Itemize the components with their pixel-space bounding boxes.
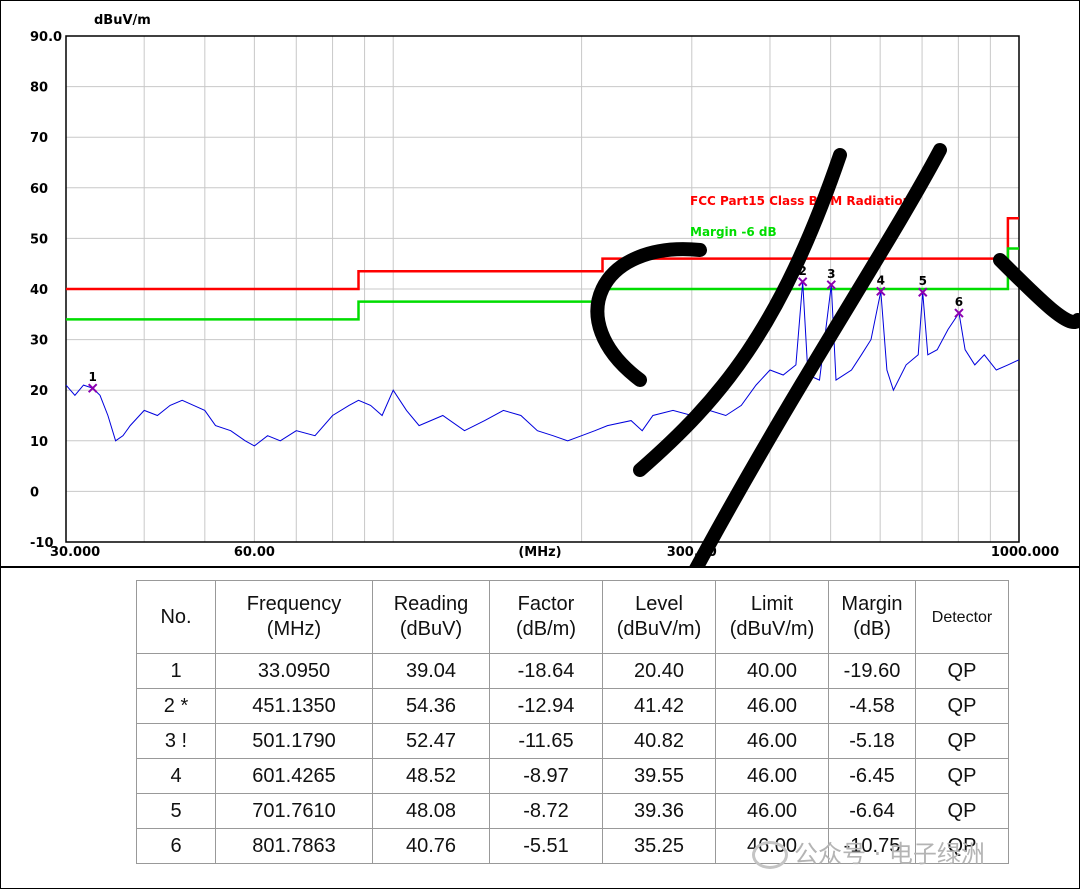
table-cell: 3 ! bbox=[136, 723, 216, 759]
table-cell: 2 * bbox=[136, 688, 216, 724]
column-header: Level (dBuV/m) bbox=[602, 580, 716, 654]
table-cell: QP bbox=[915, 793, 1009, 829]
y-tick-label: 80 bbox=[30, 81, 48, 96]
table-cell: 48.52 bbox=[372, 758, 490, 794]
table-cell: 52.47 bbox=[372, 723, 490, 759]
peak-marker-label: 3 bbox=[827, 267, 835, 281]
column-header: Detector bbox=[915, 580, 1009, 654]
column-header: Limit (dBuV/m) bbox=[715, 580, 829, 654]
y-tick-label: 20 bbox=[30, 384, 48, 399]
table-cell: 35.25 bbox=[602, 828, 716, 864]
table-cell: 41.42 bbox=[602, 688, 716, 724]
table-cell: 46.00 bbox=[715, 688, 829, 724]
table-cell: 40.76 bbox=[372, 828, 490, 864]
table-cell: 48.08 bbox=[372, 793, 490, 829]
table-cell: -8.72 bbox=[489, 793, 603, 829]
table-cell: -11.65 bbox=[489, 723, 603, 759]
table-cell: -5.18 bbox=[828, 723, 916, 759]
table-row: 3 ! 501.1790 52.47 -11.65 40.82 46.00 -5.18 QP bbox=[136, 723, 1009, 759]
peak-marker-label: 1 bbox=[89, 370, 97, 384]
table-cell: 20.40 bbox=[602, 653, 716, 689]
y-tick-label: 0 bbox=[30, 485, 39, 500]
y-tick-label: 10 bbox=[30, 435, 48, 450]
table-row: 2 * 451.1350 54.36 -12.94 41.42 46.00 -4.58 QP bbox=[136, 688, 1009, 724]
legend-margin: Margin -6 dB bbox=[690, 225, 777, 239]
y-axis-label: dBuV/m bbox=[94, 13, 151, 28]
table-cell: 701.7610 bbox=[215, 793, 373, 829]
y-tick-label: 90.0 bbox=[30, 30, 62, 45]
column-header: No. bbox=[136, 580, 216, 654]
table-cell: -18.64 bbox=[489, 653, 603, 689]
table-row: 5 701.7610 48.08 -8.72 39.36 46.00 -6.64 QP bbox=[136, 793, 1009, 829]
table-cell: 601.4265 bbox=[215, 758, 373, 794]
table-cell: 46.00 bbox=[715, 793, 829, 829]
table-cell: -4.58 bbox=[828, 688, 916, 724]
table-cell: 46.00 bbox=[715, 758, 829, 794]
y-tick-label: 40 bbox=[30, 283, 48, 298]
legend-limit: FCC Part15 Class B 3M Radiation bbox=[690, 194, 911, 208]
table-cell: QP bbox=[915, 653, 1009, 689]
table-cell: 54.36 bbox=[372, 688, 490, 724]
table-cell: 40.82 bbox=[602, 723, 716, 759]
table-cell: 6 bbox=[136, 828, 216, 864]
results-table: No. Frequency (MHz) Reading (dBuV) Factor (dB/… bbox=[136, 580, 1009, 864]
watermark-text: 公众号 · 电子绿洲 bbox=[794, 840, 985, 868]
table-cell: -6.45 bbox=[828, 758, 916, 794]
table-cell: 801.7863 bbox=[215, 828, 373, 864]
table-cell: QP bbox=[915, 688, 1009, 724]
y-tick-label: 30 bbox=[30, 334, 48, 349]
table-cell: 451.1350 bbox=[215, 688, 373, 724]
table-cell: 46.00 bbox=[715, 723, 829, 759]
column-header: Margin (dB) bbox=[828, 580, 916, 654]
table-cell: 33.0950 bbox=[215, 653, 373, 689]
y-tick-label: 50 bbox=[30, 232, 48, 247]
x-tick-label: 60.00 bbox=[234, 545, 275, 560]
table-cell: 501.1790 bbox=[215, 723, 373, 759]
column-header: Frequency (MHz) bbox=[215, 580, 373, 654]
table-cell: 39.36 bbox=[602, 793, 716, 829]
table-body: 1 33.0950 39.04 -18.64 20.40 40.00 -19.60 QP 2 *… bbox=[136, 653, 1009, 864]
table-cell: 5 bbox=[136, 793, 216, 829]
table-cell: -12.94 bbox=[489, 688, 603, 724]
table-cell: -8.97 bbox=[489, 758, 603, 794]
x-axis-label: (MHz) bbox=[518, 545, 561, 560]
table-cell: -19.60 bbox=[828, 653, 916, 689]
peak-marker-label: 5 bbox=[919, 274, 927, 288]
peak-marker-label: 6 bbox=[955, 295, 963, 309]
table-row: 4 601.4265 48.52 -8.97 39.55 46.00 -6.45 QP bbox=[136, 758, 1009, 794]
section-divider bbox=[0, 566, 1080, 568]
y-tick-label: 60 bbox=[30, 182, 48, 197]
table-cell: 40.00 bbox=[715, 653, 829, 689]
table-cell: 1 bbox=[136, 653, 216, 689]
table-cell: QP bbox=[915, 758, 1009, 794]
table-cell: QP bbox=[915, 723, 1009, 759]
table-header-row: No. Frequency (MHz) Reading (dBuV) Factor (dB/… bbox=[136, 580, 1009, 654]
emission-chart: 90.080706050403020100-10dBuV/m30.000 60.0… bbox=[30, 13, 1080, 566]
watermark: 公众号 · 电子绿洲 bbox=[752, 834, 985, 869]
x-tick-label: 30.000 bbox=[50, 545, 100, 560]
table-cell: -6.64 bbox=[828, 793, 916, 829]
table-row: 1 33.0950 39.04 -18.64 20.40 40.00 -19.60 QP bbox=[136, 653, 1009, 689]
column-header: Factor (dB/m) bbox=[489, 580, 603, 654]
table-cell: 4 bbox=[136, 758, 216, 794]
peak-marker-label: 4 bbox=[877, 273, 885, 287]
table-cell: 39.55 bbox=[602, 758, 716, 794]
y-tick-label: 70 bbox=[30, 131, 48, 146]
column-header: Reading (dBuV) bbox=[372, 580, 490, 654]
wechat-icon bbox=[752, 841, 788, 869]
x-tick-label: 1000.000 bbox=[991, 545, 1059, 560]
table-cell: 39.04 bbox=[372, 653, 490, 689]
table-cell: -5.51 bbox=[489, 828, 603, 864]
